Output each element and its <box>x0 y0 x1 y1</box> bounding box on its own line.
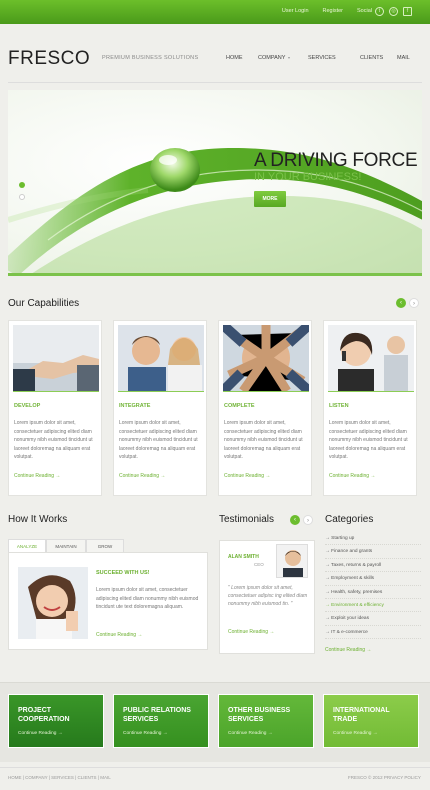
testimonials-arrows: ‹ › <box>290 515 313 525</box>
list-item[interactable]: → Environment & efficiency <box>325 599 421 613</box>
hero-title: A DRIVING FORCE <box>254 150 418 171</box>
prev-arrow-icon[interactable]: ‹ <box>290 515 300 525</box>
how-it-works-title: How It Works <box>8 514 68 525</box>
continue-reading-link[interactable]: Continue Reading → <box>14 473 60 479</box>
capability-title: LISTEN <box>329 403 349 409</box>
chevron-down-icon[interactable]: ▾ <box>288 55 308 61</box>
logo[interactable]: FRESCO <box>8 48 90 70</box>
list-item[interactable]: → Finance and grants <box>325 545 421 559</box>
list-item[interactable]: → Starting up <box>325 532 421 546</box>
how-it-works-text: Lorem ipsum dolor sit amet, consectetuer… <box>96 587 199 610</box>
nav-item-home[interactable]: HOME <box>226 55 258 61</box>
testimonial-role: CEO <box>254 562 264 567</box>
capability-title: COMPLETE <box>224 403 255 409</box>
top-bar: User Login Register Social t ◎ f <box>0 0 430 24</box>
capability-card: COMPLETE Lorem ipsum dolor sit amet, con… <box>218 320 312 496</box>
testimonial-name: ALAN SMITH <box>228 554 259 560</box>
footer-divider <box>0 767 430 768</box>
list-item[interactable]: → Employment & skills <box>325 572 421 586</box>
twitter-icon[interactable]: t <box>375 7 384 16</box>
capability-text: Lorem ipsum dolor sit amet, consectetuer… <box>329 420 408 460</box>
handshake-image <box>13 325 99 391</box>
service-box[interactable]: PROJECT COOPERATION Continue Reading → <box>8 694 104 748</box>
next-arrow-icon[interactable]: › <box>409 298 419 308</box>
team-image <box>118 325 204 391</box>
list-item[interactable]: → Exploit your ideas <box>325 612 421 626</box>
hero-more-button[interactable]: MORE <box>254 191 286 207</box>
slider-dot-active[interactable] <box>19 182 25 188</box>
capability-text: Lorem ipsum dolor sit amet, consectetuer… <box>119 420 198 460</box>
tagline: PREMIUM BUSINESS SOLUTIONS <box>102 55 199 61</box>
service-box[interactable]: OTHER BUSINESS SERVICES Continue Reading… <box>218 694 314 748</box>
continue-reading-link[interactable]: Continue Reading → <box>333 731 378 736</box>
continue-reading-link[interactable]: Continue Reading → <box>329 473 375 479</box>
capability-card: INTEGRATE Lorem ipsum dolor sit amet, co… <box>113 320 207 496</box>
nav-item-clients[interactable]: CLIENTS <box>360 55 397 61</box>
hero-slider <box>8 90 422 276</box>
hero-subtitle: IN YOUR BUSINESS! <box>254 171 362 183</box>
how-it-works-heading: SUCCEED WITH US! <box>96 570 150 576</box>
prev-arrow-icon[interactable]: ‹ <box>396 298 406 308</box>
continue-reading-link[interactable]: Continue Reading → <box>228 731 273 736</box>
service-box[interactable]: PUBLIC RELATIONS SERVICES Continue Readi… <box>113 694 209 748</box>
next-arrow-icon[interactable]: › <box>303 515 313 525</box>
list-item[interactable]: → IT & e-commerce <box>325 626 421 640</box>
main-nav: HOME COMPANY ▾ SERVICES CLIENTS MAIL <box>226 55 410 61</box>
register-link[interactable]: Register <box>323 8 343 14</box>
nav-item-company[interactable]: COMPANY <box>258 55 288 61</box>
nav-item-mail[interactable]: MAIL <box>397 55 410 61</box>
grass-leaf-illustration <box>8 147 422 273</box>
capability-card: LISTEN Lorem ipsum dolor sit amet, conse… <box>323 320 417 496</box>
capabilities-arrows: ‹ › <box>396 298 419 308</box>
capability-text: Lorem ipsum dolor sit amet, consectetuer… <box>14 420 93 460</box>
testimonial-quote: " Lorem ipsum dolor sit amet, consectetu… <box>228 585 308 607</box>
capability-text: Lorem ipsum dolor sit amet, consectetuer… <box>224 420 303 460</box>
tab-analyze[interactable]: ANALYZE <box>8 539 46 553</box>
footer-copyright[interactable]: FRESCO © 2012 PRIVACY POLICY <box>348 775 421 780</box>
continue-reading-link[interactable]: Continue Reading → <box>96 632 142 638</box>
social-link[interactable]: Social <box>357 8 372 14</box>
hands-together-image <box>223 325 309 391</box>
continue-reading-link[interactable]: Continue Reading → <box>119 473 165 479</box>
list-item[interactable]: → Health, safety, premises <box>325 586 421 599</box>
continue-reading-link[interactable]: Continue Reading → <box>224 473 270 479</box>
user-login-link[interactable]: User Login <box>282 8 309 14</box>
categories-title: Categories <box>325 514 374 525</box>
capability-card: DEVELOP Lorem ipsum dolor sit amet, cons… <box>8 320 102 496</box>
service-box-title: PROJECT COOPERATION <box>18 707 70 723</box>
continue-reading-link[interactable]: Continue Reading → <box>123 731 168 736</box>
capability-title: INTEGRATE <box>119 403 151 409</box>
nav-item-services[interactable]: SERVICES <box>308 55 360 61</box>
facebook-icon[interactable]: f <box>403 7 412 16</box>
continue-reading-link[interactable]: Continue Reading → <box>325 647 371 653</box>
tab-grow[interactable]: GROW <box>86 539 124 553</box>
service-box-title: INTERNATIONAL TRADE <box>333 707 390 723</box>
slider-dot[interactable] <box>19 194 25 200</box>
categories-list: → Starting up → Finance and grants → Tax… <box>325 532 421 640</box>
capability-title: DEVELOP <box>14 403 41 409</box>
avatar <box>276 544 308 578</box>
continue-reading-link[interactable]: Continue Reading → <box>18 731 63 736</box>
nav-underline <box>8 82 422 83</box>
service-box-title: PUBLIC RELATIONS SERVICES <box>123 707 191 723</box>
smiling-woman-image <box>18 567 88 639</box>
footer-links[interactable]: HOME | COMPANY | SERVICES | CLIENTS | MA… <box>8 775 111 780</box>
woman-on-phone-image <box>328 325 414 391</box>
service-box[interactable]: INTERNATIONAL TRADE Continue Reading → <box>323 694 419 748</box>
service-box-title: OTHER BUSINESS SERVICES <box>228 707 291 723</box>
continue-reading-link[interactable]: Continue Reading → <box>228 629 274 635</box>
capabilities-title: Our Capabilities <box>8 298 80 309</box>
testimonials-title: Testimonials <box>219 514 275 525</box>
tab-maintain[interactable]: MAINTAIN <box>46 539 86 553</box>
rss-icon[interactable]: ◎ <box>389 7 398 16</box>
list-item[interactable]: → Taxes, returns & payroll <box>325 559 421 573</box>
